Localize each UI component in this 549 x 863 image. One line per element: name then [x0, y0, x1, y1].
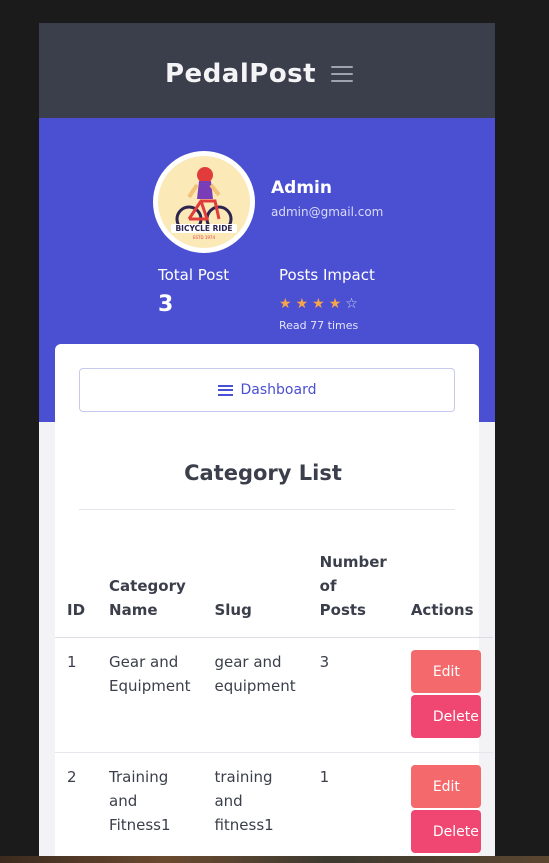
user-email: admin@gmail.com — [271, 205, 384, 219]
star-empty-icon: ☆ — [345, 296, 358, 312]
posts-impact-label: Posts Impact — [279, 266, 375, 284]
rating-stars: ★ ★ ★ ★ ☆ — [279, 297, 358, 311]
header-category-name: Category Name — [97, 538, 203, 638]
avatar-badge-text: BICYCLE RIDE — [175, 224, 232, 233]
star-filled-icon: ★ — [328, 296, 342, 312]
content-card: Dashboard Category List ID Category Name… — [55, 344, 493, 863]
cell-id: 2 — [55, 752, 98, 863]
cell-category-name: Training and Fitness1 — [97, 752, 203, 863]
hamburger-menu-icon[interactable] — [331, 66, 353, 82]
header-number-of-posts: Number of Posts — [307, 538, 399, 638]
list-icon — [217, 384, 233, 396]
delete-button[interactable]: Delete — [410, 810, 481, 853]
dashboard-button-label: Dashboard — [240, 382, 317, 398]
table-row: 1 Gear and Equipment gear and equipment … — [55, 637, 493, 753]
total-post-label: Total Post — [158, 266, 230, 284]
dashboard-button[interactable]: Dashboard — [79, 368, 455, 412]
edit-button[interactable]: Edit — [410, 650, 481, 693]
cell-id: 1 — [55, 637, 98, 753]
table-header-row: ID Category Name Slug Number of Posts Ac… — [55, 538, 493, 638]
cell-slug: gear and equipment — [202, 637, 308, 753]
delete-button[interactable]: Delete — [410, 695, 481, 738]
table-row: 2 Training and Fitness1 training and fit… — [55, 752, 493, 863]
total-post-value: 3 — [158, 292, 174, 317]
header-actions: Actions — [398, 538, 493, 638]
star-filled-icon: ★ — [295, 296, 309, 312]
cell-actions: Edit Delete — [398, 752, 493, 863]
star-filled-icon: ★ — [312, 296, 325, 312]
cell-category-name: Gear and Equipment — [97, 637, 203, 753]
header-slug: Slug — [202, 538, 308, 638]
cell-post-count: 3 — [307, 637, 399, 753]
header-id: ID — [55, 538, 98, 638]
brand-logo-text[interactable]: PedalPost — [165, 59, 316, 89]
avatar-badge-sub: ESTD 1974 — [193, 235, 215, 240]
page-title: Category List — [184, 461, 342, 485]
read-count: Read 77 times — [279, 319, 359, 332]
category-table: ID Category Name Slug Number of Posts Ac… — [55, 538, 493, 863]
navbar: PedalPost — [39, 23, 495, 118]
star-filled-icon: ★ — [279, 296, 292, 312]
app-frame: PedalPost BICYCLE RIDE ESTD 1974 Admin a… — [39, 23, 495, 863]
bicycle-ride-logo-icon: BICYCLE RIDE ESTD 1974 — [158, 156, 250, 248]
edit-button[interactable]: Edit — [410, 765, 481, 808]
background-strip — [0, 856, 549, 863]
avatar: BICYCLE RIDE ESTD 1974 — [153, 151, 255, 253]
cell-slug: training and fitness1 — [202, 752, 308, 863]
divider — [79, 509, 455, 510]
user-name: Admin — [271, 178, 332, 198]
cell-post-count: 1 — [307, 752, 399, 863]
cell-actions: Edit Delete — [398, 637, 493, 753]
